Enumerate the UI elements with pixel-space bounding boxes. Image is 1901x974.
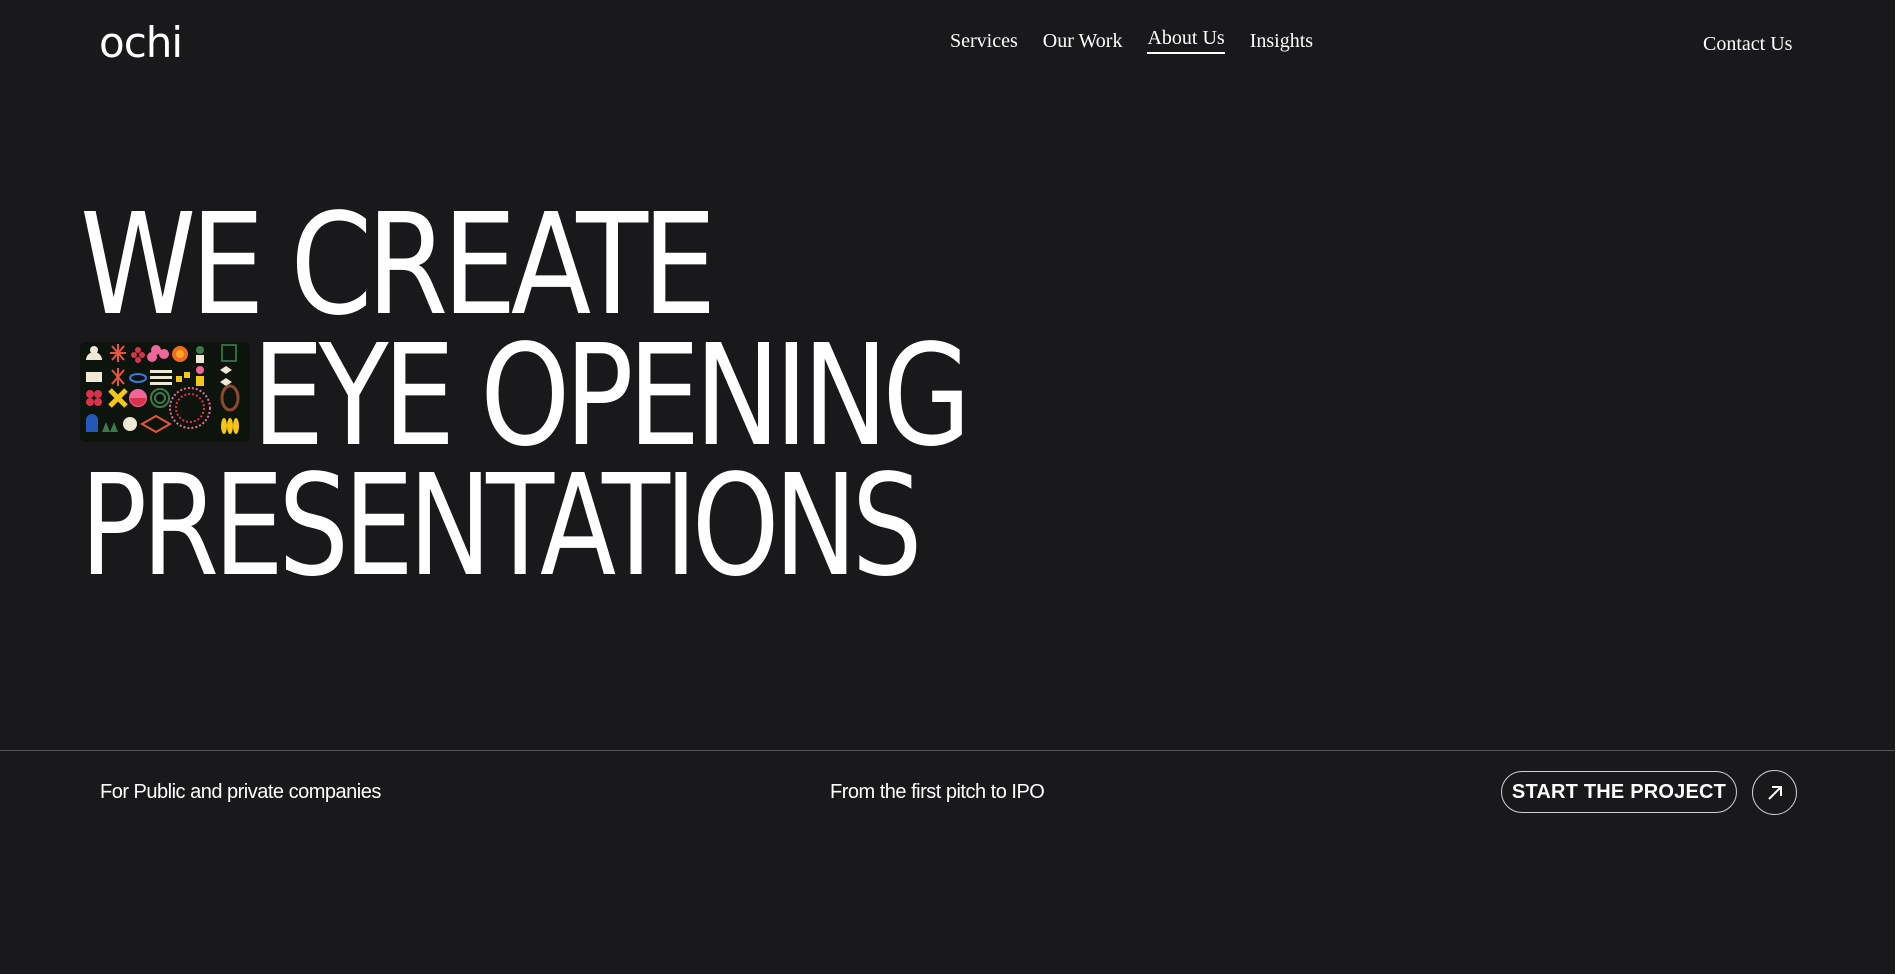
nav-item-services[interactable]: Services: [950, 30, 1018, 57]
contact-us-link[interactable]: Contact Us: [1703, 33, 1792, 56]
page: ochi Services Our Work About Us Insights…: [0, 0, 1898, 974]
arrow-up-right-icon: [1767, 785, 1782, 800]
scope-text: From the first pitch to IPO: [830, 781, 1045, 803]
nav-item-insights[interactable]: Insights: [1250, 30, 1313, 57]
start-project-arrow-button[interactable]: [1752, 770, 1797, 815]
main-nav: Services Our Work About Us Insights: [950, 27, 1338, 57]
nav-item-about-us[interactable]: About Us: [1147, 27, 1225, 54]
nav-item-our-work[interactable]: Our Work: [1043, 30, 1123, 57]
ochi-logo[interactable]: ochi: [99, 22, 183, 64]
divider: [0, 750, 1898, 751]
start-project-button[interactable]: START THE PROJECT: [1501, 771, 1737, 813]
scrollbar[interactable]: [1895, 0, 1898, 974]
start-project-label: START THE PROJECT: [1511, 780, 1727, 803]
audience-text: For Public and private companies: [100, 781, 381, 803]
hero-illustration: [80, 342, 250, 442]
pattern-art-icon: [80, 342, 250, 442]
hero-line-3: PRESENTATIONS: [80, 445, 922, 608]
logo-text: ochi: [99, 18, 183, 67]
